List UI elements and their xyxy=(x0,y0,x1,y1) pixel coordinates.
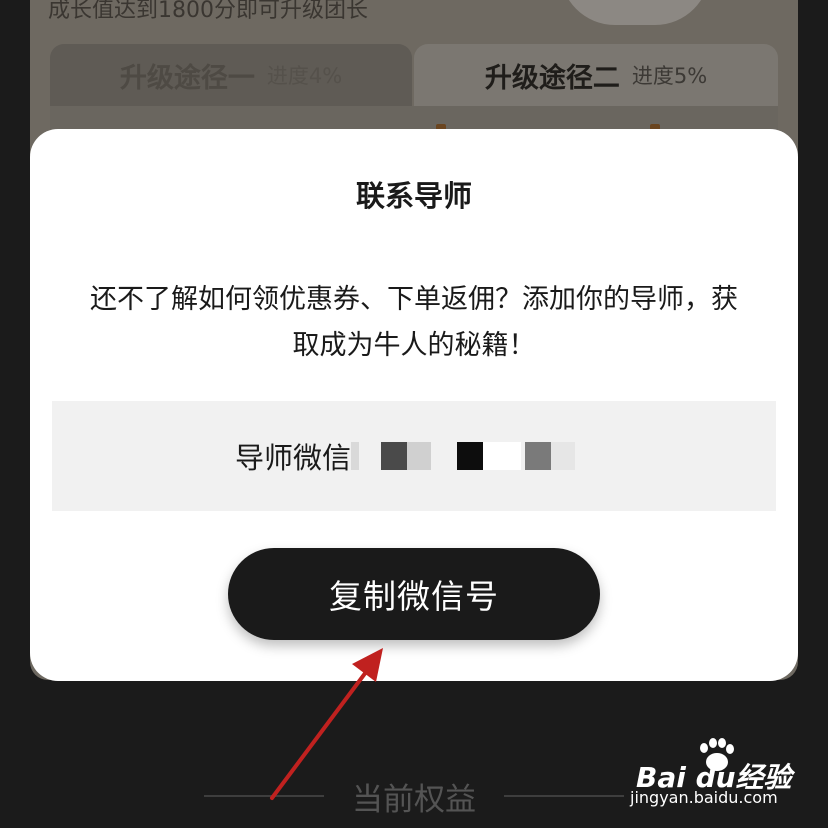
baidu-jingyan-watermark: Bai du经验 jingyan.baidu.com xyxy=(630,738,792,808)
watermark-url: jingyan.baidu.com xyxy=(630,788,778,807)
annotation-arrow-icon xyxy=(270,648,383,800)
